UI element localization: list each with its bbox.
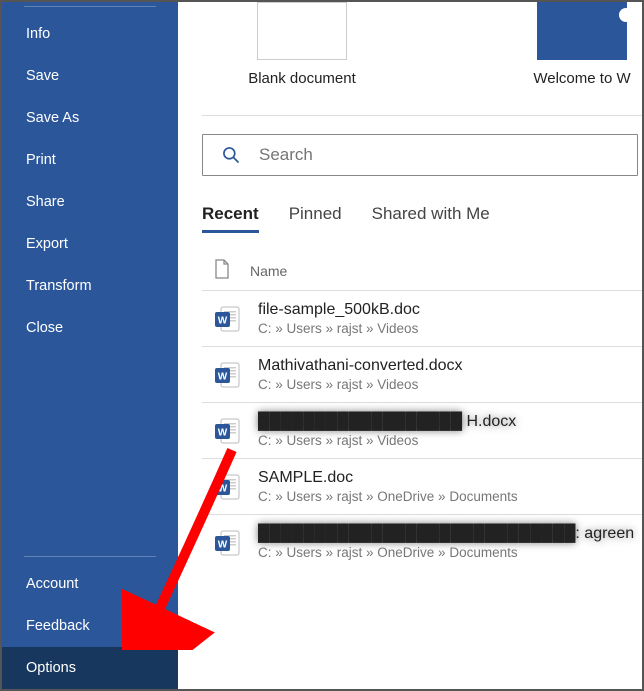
search-box[interactable] [202,134,638,176]
template-label: Welcome to W [522,70,642,87]
sidebar-item-transform[interactable]: Transform [2,265,178,307]
word-file-icon: W [208,304,248,334]
sidebar-item-print[interactable]: Print [2,139,178,181]
file-name: ██████████████████ H.docx [258,413,516,431]
svg-text:W: W [218,483,228,494]
file-name: SAMPLE.doc [258,469,518,487]
sidebar-item-feedback[interactable]: Feedback [2,605,178,647]
tab-recent[interactable]: Recent [202,204,259,233]
search-icon [221,145,241,165]
file-row[interactable]: W SAMPLE.doc C: » Users » rajst » OneDrive… [202,458,642,514]
file-row[interactable]: W Mathivathani-converted.docx C: » Users »… [202,346,642,402]
file-name: Mathivathani-converted.docx [258,357,463,375]
welcome-tour-thumb-icon [537,2,627,60]
sidebar-item-close[interactable]: Close [2,307,178,349]
sidebar-item-export[interactable]: Export [2,223,178,265]
file-row[interactable]: Wfile-sample_500kB.doc C: » Users » rajst… [202,290,642,346]
file-row[interactable]: W ██████████████████ H.docx C: » Users » r… [202,402,642,458]
column-name: Name [250,263,287,279]
template-welcome[interactable]: Welcome to W [522,2,642,87]
sidebar-item-share[interactable]: Share [2,181,178,223]
template-label: Blank document [202,70,402,87]
svg-text:W: W [218,315,228,326]
word-file-icon: W [208,416,248,446]
word-file-icon: W [208,360,248,390]
file-name: ████████████████████████████: agreen [258,525,634,543]
divider [202,115,642,116]
svg-text:W: W [218,539,228,550]
file-path: C: » Users » rajst » Videos [258,377,463,392]
word-file-icon: W [208,528,248,558]
sidebar-item-save-as[interactable]: Save As [2,97,178,139]
file-path: C: » Users » rajst » Videos [258,433,516,448]
sidebar-item-info[interactable]: Info [2,13,178,55]
tab-pinned[interactable]: Pinned [289,204,342,233]
sidebar-item-account[interactable]: Account [2,563,178,605]
main-panel: Blank document Welcome to W Recent Pinne… [178,2,642,689]
file-row[interactable]: W ████████████████████████████: agreen C: … [202,514,642,570]
file-list-header: Name [202,255,642,286]
sidebar-item-options[interactable]: Options [2,647,178,689]
search-input[interactable] [259,145,619,165]
recent-tabs: Recent Pinned Shared with Me [202,204,642,233]
svg-text:W: W [218,371,228,382]
word-file-icon: W [208,472,248,502]
sidebar-item-save[interactable]: Save [2,55,178,97]
backstage-sidebar: Info Save Save As Print Share Export Tra… [2,2,178,689]
svg-text:W: W [218,427,228,438]
file-path: C: » Users » rajst » OneDrive » Document… [258,489,518,504]
blank-document-thumb-icon [257,2,347,60]
file-list: Wfile-sample_500kB.doc C: » Users » rajst… [202,290,642,570]
tab-shared[interactable]: Shared with Me [372,204,490,233]
file-generic-icon [202,259,242,282]
template-blank[interactable]: Blank document [202,2,402,87]
file-path: C: » Users » rajst » OneDrive » Document… [258,545,634,560]
file-name: file-sample_500kB.doc [258,301,420,319]
file-path: C: » Users » rajst » Videos [258,321,420,336]
